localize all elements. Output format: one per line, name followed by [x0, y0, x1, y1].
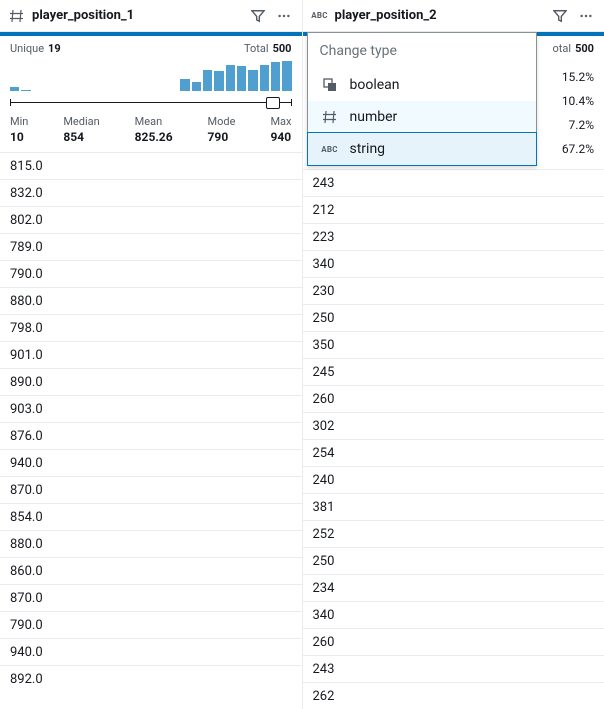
table-row[interactable]: 243 [303, 655, 604, 682]
table-row[interactable]: 876.0 [0, 422, 302, 449]
table-row[interactable]: 302 [303, 412, 604, 439]
table-row[interactable]: 890.0 [0, 368, 302, 395]
dropdown-item-boolean[interactable]: boolean [308, 69, 536, 101]
number-type-icon [8, 9, 26, 23]
table-row[interactable]: 798.0 [0, 314, 302, 341]
histogram-bar [260, 65, 269, 91]
number-icon [320, 110, 340, 124]
stats-row: Unique19 Total500 [0, 36, 302, 57]
change-type-dropdown: Change type boolean number ABC string [307, 32, 537, 166]
dropdown-item-label: number [350, 109, 398, 125]
table-row[interactable]: 789.0 [0, 233, 302, 260]
dropdown-item-number[interactable]: number [308, 101, 536, 133]
table-row[interactable]: 870.0 [0, 584, 302, 611]
table-row[interactable]: 860.0 [0, 557, 302, 584]
table-row[interactable]: 250 [303, 547, 604, 574]
summary-stats: Min10 Median854 Mean825.26 Mode790 Max94… [0, 111, 302, 152]
table-row[interactable]: 230 [303, 277, 604, 304]
table-row[interactable]: 250 [303, 304, 604, 331]
dropdown-item-label: boolean [350, 77, 400, 93]
histogram-bar [21, 90, 30, 91]
table-row[interactable]: 854.0 [0, 503, 302, 530]
table-row[interactable]: 260 [303, 385, 604, 412]
table-row[interactable]: 240 [303, 466, 604, 493]
table-row[interactable]: 252 [303, 520, 604, 547]
table-row[interactable]: 892.0 [0, 665, 302, 692]
more-icon[interactable] [274, 6, 294, 26]
table-row[interactable]: 350 [303, 331, 604, 358]
table-row[interactable]: 815.0 [0, 152, 302, 179]
table-row[interactable]: 880.0 [0, 287, 302, 314]
dropdown-item-label: string [350, 141, 386, 157]
table-row[interactable]: 870.0 [0, 476, 302, 503]
table-row[interactable]: 790.0 [0, 611, 302, 638]
column-title: player_position_1 [32, 8, 242, 23]
histogram-bar [271, 62, 280, 91]
table-row[interactable]: 340 [303, 250, 604, 277]
dropdown-title: Change type [308, 33, 536, 69]
table-row[interactable]: 832.0 [0, 179, 302, 206]
data-rows: 2432122233402302503502452603022542403812… [303, 169, 604, 709]
histogram-bar [214, 71, 223, 91]
histogram-bar [180, 79, 189, 92]
histogram [0, 57, 302, 91]
table-row[interactable]: 903.0 [0, 395, 302, 422]
column-header[interactable]: player_position_1 [0, 0, 302, 32]
table-row[interactable]: 262 [303, 682, 604, 709]
table-row[interactable]: 212 [303, 196, 604, 223]
table-row[interactable]: 802.0 [0, 206, 302, 233]
string-type-icon: ABC [311, 11, 329, 20]
dropdown-item-string[interactable]: ABC string [307, 132, 537, 166]
histogram-bar [248, 70, 257, 91]
column-player-position-2: ABC player_position_2 otal500 15.2%10.4%… [303, 0, 604, 709]
column-title: player_position_2 [335, 8, 545, 23]
filter-icon[interactable] [248, 6, 268, 26]
filter-icon[interactable] [550, 6, 570, 26]
table-row[interactable]: 340 [303, 601, 604, 628]
table-row[interactable]: 901.0 [0, 341, 302, 368]
table-row[interactable]: 790.0 [0, 260, 302, 287]
more-icon[interactable] [576, 6, 596, 26]
table-row[interactable]: 223 [303, 223, 604, 250]
range-handle[interactable] [266, 97, 280, 109]
table-row[interactable]: 254 [303, 439, 604, 466]
boolean-icon [320, 78, 340, 92]
column-player-position-1: player_position_1 Unique19 Total500 Min1… [0, 0, 303, 709]
data-rows: 815.0832.0802.0789.0790.0880.0798.0901.0… [0, 152, 302, 692]
histogram-bar [10, 87, 19, 91]
table-row[interactable]: 243 [303, 169, 604, 196]
table-row[interactable]: 940.0 [0, 638, 302, 665]
histogram-bar [237, 66, 246, 91]
histogram-bar [226, 65, 235, 91]
table-row[interactable]: 245 [303, 358, 604, 385]
histogram-bar [203, 70, 212, 91]
table-row[interactable]: 260 [303, 628, 604, 655]
column-header[interactable]: ABC player_position_2 [303, 0, 604, 32]
table-row[interactable]: 940.0 [0, 449, 302, 476]
histogram-bar [192, 82, 201, 91]
table-row[interactable]: 234 [303, 574, 604, 601]
range-slider[interactable] [10, 97, 292, 109]
table-row[interactable]: 381 [303, 493, 604, 520]
string-icon: ABC [320, 145, 340, 154]
table-row[interactable]: 880.0 [0, 530, 302, 557]
histogram-bar [282, 61, 291, 91]
